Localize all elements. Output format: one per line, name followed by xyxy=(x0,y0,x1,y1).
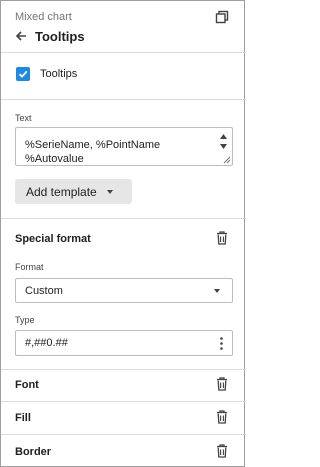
caret-down-icon xyxy=(214,289,220,293)
format-label: Format xyxy=(15,262,44,272)
type-label: Type xyxy=(15,315,35,325)
format-select[interactable]: Custom xyxy=(15,278,233,303)
divider xyxy=(1,52,246,53)
trash-icon[interactable] xyxy=(216,231,228,245)
divider xyxy=(1,218,246,219)
tooltips-checkbox-row[interactable]: Tooltips xyxy=(16,67,77,81)
caret-down-icon xyxy=(106,189,113,194)
tooltip-text-value[interactable]: %SerieName, %PointName %Autovalue xyxy=(25,138,160,166)
more-options-icon[interactable] xyxy=(220,337,223,350)
divider xyxy=(1,369,246,370)
tooltips-checkbox-label: Tooltips xyxy=(40,68,78,80)
divider xyxy=(1,434,246,435)
scroll-down-arrow-icon[interactable] xyxy=(220,144,227,149)
format-selected-value: Custom xyxy=(25,284,63,297)
restore-window-icon[interactable] xyxy=(215,10,229,24)
tooltips-panel: Mixed chart Tooltips Tooltips Text %Seri… xyxy=(0,0,246,467)
scroll-up-arrow-icon[interactable] xyxy=(220,134,227,139)
add-template-button[interactable]: Add template xyxy=(15,179,132,204)
trash-icon[interactable] xyxy=(216,377,228,391)
font-section-title[interactable]: Font xyxy=(15,379,39,391)
trash-icon[interactable] xyxy=(216,410,228,424)
special-format-title: Special format xyxy=(15,233,91,245)
tooltips-checkbox[interactable] xyxy=(16,67,30,81)
fill-section-title[interactable]: Fill xyxy=(15,412,31,424)
back-navigation[interactable]: Tooltips xyxy=(15,28,85,44)
arrow-left-icon[interactable] xyxy=(15,30,27,42)
text-field-label: Text xyxy=(15,113,32,123)
page-title: Tooltips xyxy=(35,28,85,44)
panel-subtitle: Mixed chart xyxy=(15,11,72,23)
border-section-title[interactable]: Border xyxy=(15,446,51,458)
add-template-label: Add template xyxy=(26,184,97,199)
divider xyxy=(1,401,246,402)
type-input-value: #,##0.## xyxy=(25,337,68,349)
tooltip-text-area[interactable]: %SerieName, %PointName %Autovalue xyxy=(15,127,233,166)
divider xyxy=(1,99,246,100)
resize-handle-icon[interactable] xyxy=(223,156,231,164)
checkmark-icon xyxy=(18,70,28,78)
type-input[interactable]: #,##0.## xyxy=(15,330,233,356)
trash-icon[interactable] xyxy=(216,444,228,458)
